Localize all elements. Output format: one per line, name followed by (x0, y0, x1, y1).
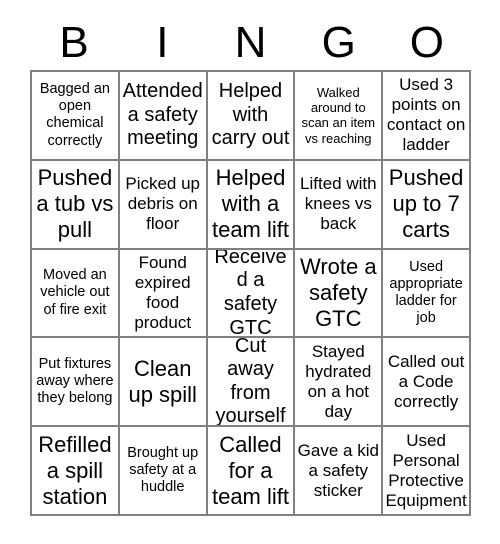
bingo-cell[interactable]: Used appropriate ladder for job (383, 249, 471, 339)
bingo-cell-label: Picked up debris on floor (125, 174, 201, 234)
bingo-cell-label: Wrote a safety GTC (299, 254, 377, 331)
bingo-cell[interactable]: Gave a kid a safety sticker (295, 427, 384, 516)
bingo-card: B I N G O Bagged an open chemical correc… (0, 0, 500, 544)
bingo-cell[interactable]: Helped with carry out (207, 72, 296, 161)
bingo-cell-label: Found expired food product (134, 252, 192, 333)
header-letter-b: B (59, 18, 89, 67)
bingo-cell-label: Received a safety GTC (214, 249, 287, 339)
bingo-cell[interactable]: Called for a team lift (207, 427, 296, 516)
bingo-cell[interactable]: Moved an vehicle out of fire exit (32, 249, 120, 339)
bingo-cell-label: Clean up spill (128, 355, 197, 407)
bingo-cell-label: Helped with a team lift (211, 165, 289, 243)
bingo-cell[interactable]: Called out a Code correctly (383, 338, 471, 428)
bingo-cell-label: Lifted with knees vs back (300, 174, 377, 234)
bingo-cell-label: Moved an vehicle out of fire exit (40, 267, 110, 318)
bingo-cell-label: Pushed up to 7 carts (388, 165, 464, 243)
bingo-cell[interactable]: Attended a safety meeting (119, 72, 208, 161)
bingo-cell-label: Brought up safety at a huddle (127, 444, 199, 496)
bingo-cell-label: Stayed hydrated on a hot day (305, 341, 372, 421)
bingo-cell[interactable]: Wrote a safety GTC (295, 249, 384, 339)
bingo-cell[interactable]: Clean up spill (119, 338, 208, 428)
bingo-cell[interactable]: Stayed hydrated on a hot day (295, 338, 384, 428)
bingo-grid: Bagged an open chemical correctly Attend… (30, 70, 471, 516)
bingo-cell-label: Cut away from yourself (215, 338, 286, 428)
header-letter-n: N (234, 18, 267, 67)
bingo-cell[interactable]: Lifted with knees vs back (295, 160, 384, 250)
bingo-cell[interactable]: Received a safety GTC (207, 249, 296, 339)
bingo-cell-label: Refilled a spill station (38, 431, 112, 509)
bingo-cell-label: Pushed a tub vs pull (36, 165, 114, 243)
bingo-cell-label: Gave a kid a safety sticker (297, 440, 379, 500)
bingo-cell[interactable]: Cut away from yourself (207, 338, 296, 428)
bingo-cell[interactable]: Pushed a tub vs pull (32, 160, 120, 250)
bingo-cell[interactable]: Found expired food product (119, 249, 208, 339)
bingo-cell-label: Called out a Code correctly (387, 351, 465, 411)
bingo-cell[interactable]: Helped with a team lift (207, 160, 296, 250)
bingo-cell-label: Used appropriate ladder for job (389, 258, 463, 327)
bingo-cell-label: Attended a safety meeting (122, 80, 203, 150)
bingo-cell-label: Walked around to scan an item vs reachin… (301, 84, 376, 146)
bingo-cell[interactable]: Put fixtures away where they belong (32, 338, 120, 428)
bingo-cell[interactable]: Bagged an open chemical correctly (32, 72, 120, 161)
bingo-cell[interactable]: Picked up debris on floor (119, 160, 208, 250)
bingo-cell-label: Used Personal Protective Equipment (385, 430, 467, 510)
bingo-cell[interactable]: Refilled a spill station (32, 427, 120, 516)
bingo-cell-label: Bagged an open chemical correctly (39, 81, 110, 149)
header-letter-i: I (156, 18, 169, 67)
header-letter-g: G (321, 18, 356, 67)
bingo-cell[interactable]: Brought up safety at a huddle (119, 427, 208, 516)
bingo-cell[interactable]: Pushed up to 7 carts (383, 160, 471, 250)
bingo-cell[interactable]: Walked around to scan an item vs reachin… (295, 72, 384, 161)
bingo-cell-label: Put fixtures away where they belong (36, 356, 114, 407)
bingo-cell[interactable]: Used 3 points on contact on ladder (383, 72, 471, 161)
bingo-header-letters: B I N G O (30, 16, 471, 70)
bingo-cell-label: Used 3 points on contact on ladder (386, 75, 466, 155)
header-letter-o: O (409, 18, 445, 67)
bingo-cell-label: Helped with carry out (211, 80, 290, 150)
bingo-cell-label: Called for a team lift (211, 431, 289, 509)
bingo-cell[interactable]: Used Personal Protective Equipment (383, 427, 471, 516)
